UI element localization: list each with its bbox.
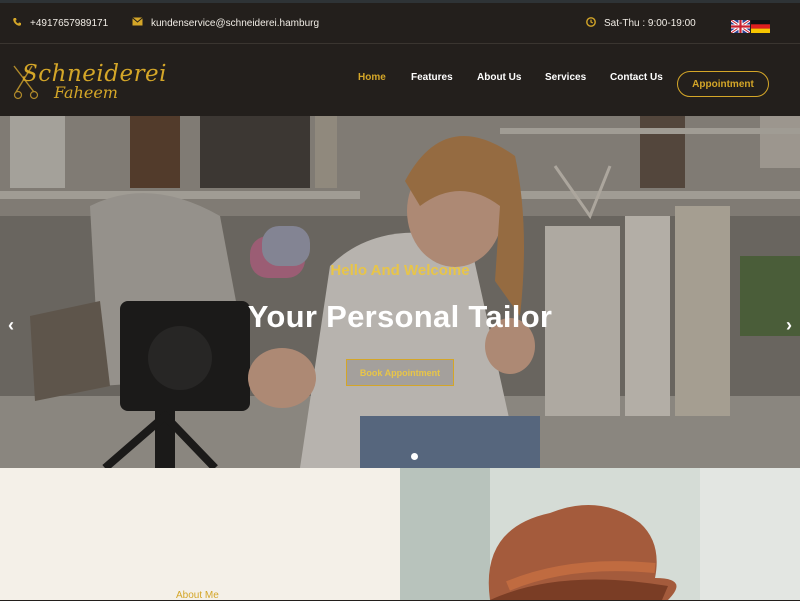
chevron-left-icon[interactable]: ‹ xyxy=(8,315,14,336)
about-label: About Me xyxy=(176,590,219,601)
hero-overlay xyxy=(0,116,800,468)
german-flag-icon[interactable] xyxy=(751,20,770,33)
email-address[interactable]: kundenservice@schneiderei.hamburg xyxy=(151,18,319,29)
clock-icon xyxy=(586,17,596,30)
nav-item-features[interactable]: Features xyxy=(411,72,453,83)
brand-line-2: Faheem xyxy=(54,83,118,102)
appointment-button[interactable]: Appointment xyxy=(677,71,769,97)
tailor-hat-photo xyxy=(400,468,800,600)
hero-slider: Hello And Welcome Your Personal Tailor B… xyxy=(0,116,800,468)
uk-flag-icon[interactable] xyxy=(730,18,751,35)
nav-item-about-us[interactable]: About Us xyxy=(477,72,521,83)
envelope-icon xyxy=(132,17,143,29)
brand-logo[interactable]: Schneiderei Faheem xyxy=(8,52,167,108)
phone-number[interactable]: +4917657989171 xyxy=(30,18,108,29)
top-info-bar: +4917657989171 kundenservice@schneiderei… xyxy=(0,0,800,44)
nav-item-home[interactable]: Home xyxy=(358,72,386,83)
hero-title: Your Personal Tailor xyxy=(247,299,553,334)
phone-contact[interactable]: +4917657989171 xyxy=(12,17,108,30)
chevron-right-icon[interactable]: › xyxy=(786,315,792,336)
language-switcher xyxy=(730,18,770,35)
nav-item-services[interactable]: Services xyxy=(545,72,586,83)
hero-subtitle: Hello And Welcome xyxy=(330,262,470,279)
slider-dot-active[interactable] xyxy=(411,453,418,460)
about-section: About Me xyxy=(0,468,400,601)
hours-text: Sat-Thu : 9:00-19:00 xyxy=(604,18,696,29)
nav-item-contact-us[interactable]: Contact Us xyxy=(610,72,663,83)
email-contact[interactable]: kundenservice@schneiderei.hamburg xyxy=(132,17,319,29)
about-image xyxy=(400,468,800,600)
phone-icon xyxy=(12,17,22,30)
book-appointment-button[interactable]: Book Appointment xyxy=(346,359,454,386)
opening-hours: Sat-Thu : 9:00-19:00 xyxy=(586,17,696,30)
